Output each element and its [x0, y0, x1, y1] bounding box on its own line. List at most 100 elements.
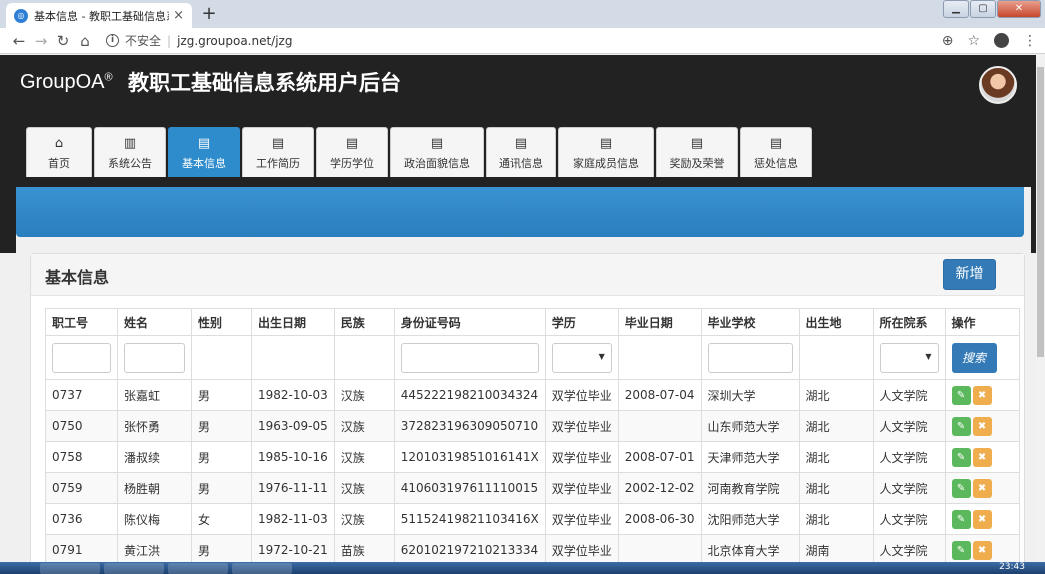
edit-icon[interactable]: ✎: [951, 385, 971, 405]
filter-cell: 搜索: [944, 335, 1020, 380]
forward-icon[interactable]: →: [30, 32, 52, 50]
school-filter-input[interactable]: [707, 342, 793, 373]
reload-icon[interactable]: ↻: [52, 32, 74, 50]
col-education[interactable]: 学历: [544, 308, 619, 336]
department-filter-select[interactable]: [879, 342, 939, 373]
os-taskbar: 23:43: [0, 562, 1045, 574]
maximize-button[interactable]: ▢: [970, 0, 996, 18]
delete-icon[interactable]: ✖: [972, 416, 992, 436]
left-dark-strip: [0, 113, 16, 253]
taskbar-word-item[interactable]: [232, 563, 292, 574]
table-row[interactable]: 0791 黄江洪男 1972-10-21 苗族 620102197210213334 双学…: [45, 534, 1020, 566]
tab-family-members[interactable]: ▤ 家庭成员信息: [558, 127, 654, 177]
cell-actions: ✎ ✖: [944, 534, 1020, 566]
tab-close-icon[interactable]: ×: [173, 8, 184, 23]
cell-ethnicity: 汉族: [333, 472, 395, 504]
id-number-filter-input[interactable]: [400, 342, 539, 373]
home-icon[interactable]: ⌂: [74, 32, 96, 50]
edit-icon[interactable]: ✎: [951, 540, 971, 560]
col-grad-date[interactable]: 毕业日期: [617, 308, 702, 336]
cell-education: 双学位毕业: [544, 379, 619, 411]
book-icon: ▤: [345, 136, 359, 151]
col-name[interactable]: 姓名: [117, 308, 192, 336]
cell-education: 双学位毕业: [544, 441, 619, 473]
tab-political-status[interactable]: ▤ 政治面貌信息: [390, 127, 484, 177]
education-filter-select[interactable]: [551, 342, 612, 373]
taskbar-folder-item[interactable]: [104, 563, 164, 574]
cell-birth-date: 1972-10-21: [251, 534, 335, 566]
browser-tab[interactable]: ◎ 基本信息 - 教职工基础信息系统 ×: [6, 3, 192, 28]
tab-announcements[interactable]: ▥ 系统公告: [94, 127, 166, 177]
delete-icon[interactable]: ✖: [972, 447, 992, 467]
col-birth-date[interactable]: 出生日期: [251, 308, 335, 336]
delete-icon[interactable]: ✖: [972, 540, 992, 560]
cell-ethnicity: 汉族: [333, 441, 395, 473]
table-row[interactable]: 0759 杨胜朝男 1976-11-11 汉族 410603197611110015 双学…: [45, 472, 1020, 504]
basic-info-panel: 基本信息 新增 职工号 姓名 性别 出生日期 民族 身份证号码 学历 毕业日期 …: [30, 253, 1025, 574]
info-icon[interactable]: i: [106, 34, 119, 47]
cell-ethnicity: 汉族: [333, 503, 395, 535]
search-button[interactable]: 搜索: [951, 342, 997, 373]
edit-icon[interactable]: ✎: [951, 509, 971, 529]
user-avatar[interactable]: [979, 66, 1017, 104]
cell-ethnicity: 汉族: [333, 410, 395, 442]
cell-actions: ✎ ✖: [944, 441, 1020, 473]
col-school[interactable]: 毕业学校: [700, 308, 800, 336]
filter-cell: [617, 335, 702, 380]
url-text[interactable]: jzg.groupoa.net/jzg: [177, 34, 292, 48]
table-row[interactable]: 0737 张嘉虹男 1982-10-03 汉族 445222198210034324 双学…: [45, 379, 1020, 411]
filter-cell: [872, 335, 946, 380]
tab-penalties[interactable]: ▤ 惩处信息: [740, 127, 812, 177]
col-staff-id[interactable]: 职工号: [45, 308, 118, 336]
menu-kebab-icon[interactable]: ⋮: [1023, 33, 1037, 49]
staff-id-filter-input[interactable]: [52, 342, 111, 373]
col-birthplace[interactable]: 出生地: [798, 308, 874, 336]
col-department[interactable]: 所在院系: [872, 308, 946, 336]
taskbar-ie-item[interactable]: [40, 563, 100, 574]
col-gender[interactable]: 性别: [191, 308, 252, 336]
page-scrollbar[interactable]: [1036, 55, 1045, 562]
profile-icon[interactable]: [994, 33, 1009, 48]
tab-contact-info[interactable]: ▤ 通讯信息: [486, 127, 556, 177]
tab-work-history[interactable]: ▤ 工作简历: [242, 127, 314, 177]
edit-icon[interactable]: ✎: [951, 478, 971, 498]
edit-icon[interactable]: ✎: [951, 416, 971, 436]
bookmark-star-icon[interactable]: ☆: [967, 33, 980, 49]
table-row[interactable]: 0736 陈仪梅女 1982-11-03 汉族 51152419821103416X 双学…: [45, 503, 1020, 535]
taskbar-chrome-item[interactable]: [168, 563, 228, 574]
delete-icon[interactable]: ✖: [972, 385, 992, 405]
cell-name: 潘叔续: [117, 441, 192, 473]
cell-grad-date: 2002-12-02: [617, 472, 702, 504]
cell-grad-date: 2008-06-30: [617, 503, 702, 535]
edit-icon[interactable]: ✎: [951, 447, 971, 467]
table-row[interactable]: 0750 张怀勇男 1963-09-05 汉族 372823196309050710 双学…: [45, 410, 1020, 442]
name-filter-input[interactable]: [124, 342, 185, 373]
delete-icon[interactable]: ✖: [972, 509, 992, 529]
add-button[interactable]: 新增: [943, 259, 996, 290]
tab-awards[interactable]: ▤ 奖励及荣誉: [656, 127, 738, 177]
cell-actions: ✎ ✖: [944, 410, 1020, 442]
cell-actions: ✎ ✖: [944, 503, 1020, 535]
new-tab-button[interactable]: +: [199, 5, 219, 25]
tab-home[interactable]: ⌂ 首页: [26, 127, 92, 177]
cell-staff-id: 0737: [45, 379, 118, 411]
tab-basic-info[interactable]: ▤ 基本信息: [168, 127, 240, 177]
cell-ethnicity: 苗族: [333, 534, 395, 566]
blue-banner: [16, 187, 1024, 237]
minimize-button[interactable]: ▁: [943, 0, 969, 18]
col-id-number[interactable]: 身份证号码: [393, 308, 546, 336]
back-icon[interactable]: ←: [8, 32, 30, 50]
tab-education[interactable]: ▤ 学历学位: [316, 127, 388, 177]
zoom-icon[interactable]: ⊕: [942, 33, 954, 49]
staff-table: 职工号 姓名 性别 出生日期 民族 身份证号码 学历 毕业日期 毕业学校 出生地…: [45, 308, 1020, 566]
cell-education: 双学位毕业: [544, 472, 619, 504]
omnibox[interactable]: i 不安全 | jzg.groupoa.net/jzg: [106, 32, 928, 49]
col-ethnicity[interactable]: 民族: [333, 308, 395, 336]
window-close-button[interactable]: ✕: [997, 0, 1041, 18]
scrollbar-thumb[interactable]: [1037, 67, 1044, 357]
omnibox-divider: |: [167, 33, 172, 48]
cell-birthplace: 湖南: [798, 534, 874, 566]
cell-id-number: 12010319851016141X: [393, 441, 546, 473]
delete-icon[interactable]: ✖: [972, 478, 992, 498]
table-row[interactable]: 0758 潘叔续男 1985-10-16 汉族 12010319851016141X 双学…: [45, 441, 1020, 473]
